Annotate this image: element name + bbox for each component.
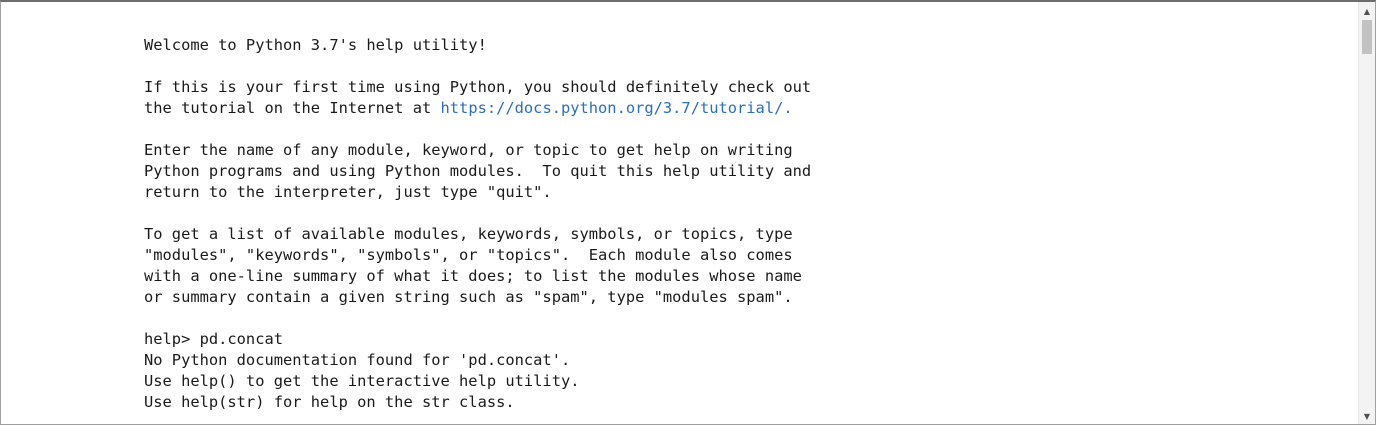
output-line: To get a list of available modules, keyw… (144, 224, 1334, 245)
output-text: with a one-line summary of what it does;… (144, 267, 802, 285)
link-punctuation: . (783, 99, 793, 117)
output-line: "modules", "keywords", "symbols", or "to… (144, 245, 1334, 266)
output-line: help> pd.concat (144, 329, 1334, 350)
tutorial-link[interactable]: https://docs.python.org/3.7/tutorial/ (441, 99, 784, 117)
output-line: the tutorial on the Internet at https://… (144, 98, 1334, 119)
scroll-down-icon[interactable]: ▼ (1359, 409, 1375, 423)
output-line: or summary contain a given string such a… (144, 287, 1334, 308)
scroll-up-icon[interactable]: ▲ (1359, 4, 1375, 18)
output-line: Python programs and using Python modules… (144, 161, 1334, 182)
output-text: Enter the name of any module, keyword, o… (144, 141, 793, 159)
output-line: Use help(str) for help on the str class. (144, 392, 1334, 413)
output-line: Welcome to Python 3.7's help utility! (144, 35, 1334, 56)
output-text: Welcome to Python 3.7's help utility! (144, 36, 487, 54)
output-text: or summary contain a given string such a… (144, 288, 793, 306)
output-text: If this is your first time using Python,… (144, 78, 812, 96)
output-window: Welcome to Python 3.7's help utility! If … (0, 0, 1376, 425)
output-text: the tutorial on the Internet at (144, 99, 441, 117)
output-text: return to the interpreter, just type "qu… (144, 183, 552, 201)
output-line: return to the interpreter, just type "qu… (144, 182, 1334, 203)
output-text: "modules", "keywords", "symbols", or "to… (144, 246, 793, 264)
output-line: Enter the name of any module, keyword, o… (144, 140, 1334, 161)
vertical-scrollbar[interactable]: ▲ ▼ (1358, 2, 1375, 424)
output-line: with a one-line summary of what it does;… (144, 266, 1334, 287)
output-text: Python programs and using Python modules… (144, 162, 812, 180)
output-line: No Python documentation found for 'pd.co… (144, 350, 1334, 371)
output-line: Use help() to get the interactive help u… (144, 371, 1334, 392)
output-text: Use help(str) for help on the str class. (144, 393, 515, 411)
output-text: To get a list of available modules, keyw… (144, 225, 793, 243)
help-output: Welcome to Python 3.7's help utility! If … (144, 35, 1334, 413)
scroll-thumb[interactable] (1362, 20, 1372, 54)
output-text: No Python documentation found for 'pd.co… (144, 351, 571, 369)
output-line: If this is your first time using Python,… (144, 77, 1334, 98)
output-text: Use help() to get the interactive help u… (144, 372, 580, 390)
output-text: help> pd.concat (144, 330, 283, 348)
